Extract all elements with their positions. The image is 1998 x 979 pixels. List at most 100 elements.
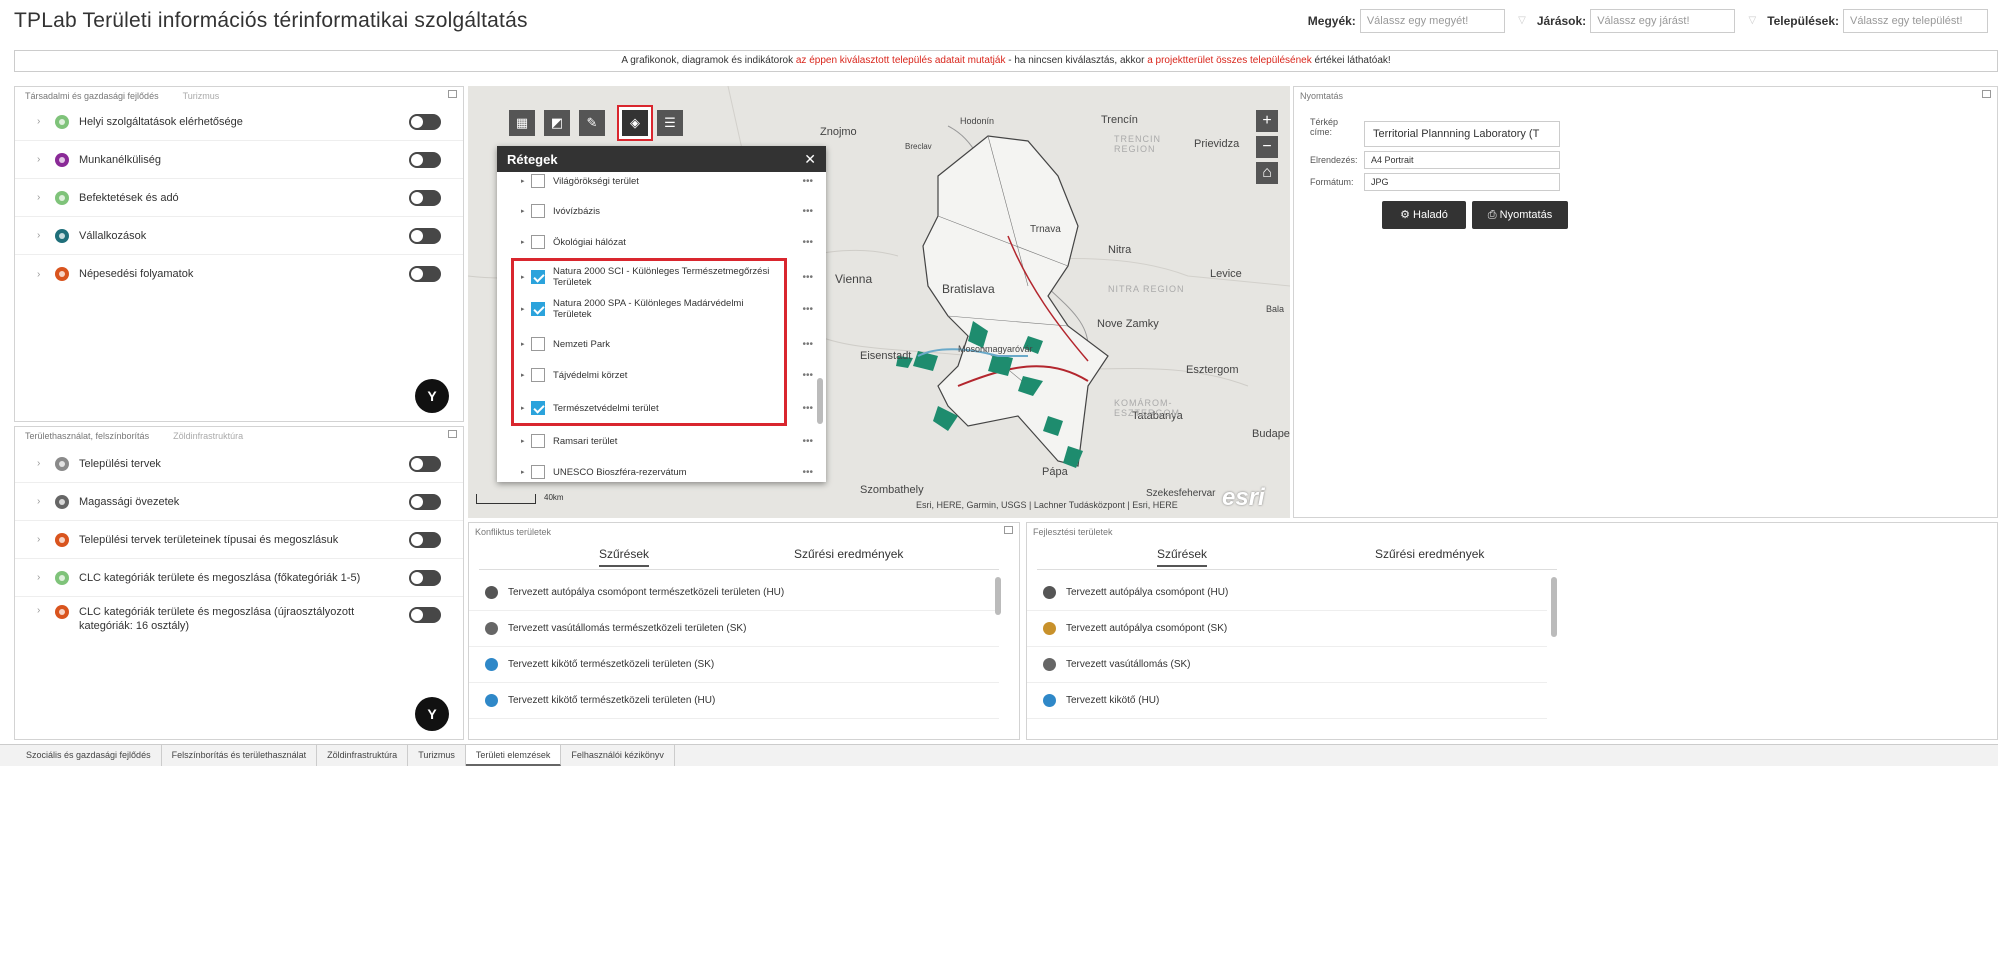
layer-checkbox[interactable] <box>531 235 545 249</box>
layout-select[interactable]: A4 Portrait <box>1364 151 1560 169</box>
tab-spatial-analysis[interactable]: Területi elemzések <box>465 745 562 766</box>
more-icon[interactable]: ••• <box>802 467 813 478</box>
layer-item[interactable]: ▸ Ivóvízbázis ••• <box>521 204 813 218</box>
tab-social-economic-development[interactable]: Szociális és gazdasági fejlődés <box>16 745 162 766</box>
more-icon[interactable]: ••• <box>802 304 813 315</box>
indicator-icon <box>55 494 69 509</box>
layer-item[interactable]: ▸ Ökológiai hálózat ••• <box>521 235 813 249</box>
layer-item[interactable]: ▸ Ramsari terület ••• <box>521 434 813 448</box>
tab-filter-results[interactable]: Szűrési eredmények <box>1375 547 1484 561</box>
expand-icon[interactable]: ▸ <box>521 437 531 445</box>
more-icon[interactable]: ••• <box>802 370 813 381</box>
tab-tourism[interactable]: Turizmus <box>183 91 220 101</box>
draw-button[interactable]: ✎ <box>579 110 605 136</box>
tab-filters[interactable]: Szűrések <box>599 547 650 567</box>
more-icon[interactable]: ••• <box>802 339 813 350</box>
info-notice: A grafikonok, diagramok és indikátorok a… <box>14 50 1998 72</box>
indicator-row[interactable]: › CLC kategóriák területe és megoszlása (… <box>15 559 463 597</box>
layer-checkbox[interactable] <box>531 465 545 479</box>
toggle-switch[interactable] <box>409 114 441 130</box>
toggle-switch[interactable] <box>409 266 441 282</box>
tab-user-manual[interactable]: Felhasználói kézikönyv <box>561 745 675 766</box>
city-label: Bala <box>1266 304 1285 314</box>
list-item[interactable]: Tervezett autópálya csomópont (SK) <box>1027 611 1547 647</box>
county-select[interactable]: Válassz egy megyét! ▽ <box>1359 9 1526 33</box>
list-item[interactable]: Tervezett kikötő (HU) <box>1027 683 1547 719</box>
maximize-icon[interactable] <box>448 430 457 438</box>
tab-filters[interactable]: Szűrések <box>1157 547 1208 567</box>
indicator-row[interactable]: › Vállalkozások <box>15 217 463 255</box>
more-icon[interactable]: ••• <box>802 403 813 414</box>
close-icon[interactable]: ✕ <box>804 151 816 168</box>
layer-checkbox[interactable] <box>531 174 545 188</box>
toggle-switch[interactable] <box>409 607 441 623</box>
indicator-row[interactable]: › Befektetések és adó <box>15 179 463 217</box>
indicator-row[interactable]: › Magassági övezetek <box>15 483 463 521</box>
indicator-row[interactable]: › Települési tervek területeinek típusai … <box>15 521 463 559</box>
list-item[interactable]: Tervezett kikötő természetközeli terület… <box>469 647 999 683</box>
list-item[interactable]: Tervezett vasútállomás természetközeli t… <box>469 611 999 647</box>
expand-icon[interactable]: ▸ <box>521 177 531 185</box>
format-select[interactable]: JPG <box>1364 173 1560 191</box>
indicator-row[interactable]: › Települési tervek <box>15 445 463 483</box>
tab-land-cover[interactable]: Felszínborítás és területhasználat <box>161 745 318 766</box>
toggle-switch[interactable] <box>409 152 441 168</box>
legend-button[interactable]: ☰ <box>657 110 683 136</box>
toggle-switch[interactable] <box>409 494 441 510</box>
more-icon[interactable]: ••• <box>802 436 813 447</box>
layer-item[interactable]: ▸ Világörökségi terület ••• <box>521 174 813 188</box>
layer-checkbox[interactable] <box>531 434 545 448</box>
zoom-in-button[interactable]: + <box>1256 110 1278 132</box>
tab-green-infrastructure[interactable]: Zöldinfrastruktúra <box>173 431 243 441</box>
layers-button[interactable]: ◈ <box>622 110 648 136</box>
more-icon[interactable]: ••• <box>802 272 813 283</box>
home-button[interactable]: ⌂ <box>1256 162 1278 184</box>
advanced-button[interactable]: ⚙ Haladó <box>1382 201 1466 229</box>
toggle-switch[interactable] <box>409 228 441 244</box>
tab-tourism[interactable]: Turizmus <box>408 745 466 766</box>
tab-filter-results[interactable]: Szűrési eredmények <box>794 547 903 561</box>
tab-social-economic[interactable]: Társadalmi és gazdasági fejlődés <box>25 91 159 101</box>
layer-checkbox[interactable] <box>531 204 545 218</box>
indicator-row[interactable]: › Helyi szolgáltatások elérhetősége <box>15 103 463 141</box>
toggle-switch[interactable] <box>409 532 441 548</box>
indicator-row[interactable]: › Népesedési folyamatok <box>15 255 463 293</box>
maximize-icon[interactable] <box>1982 90 1991 98</box>
indicator-icon <box>55 532 69 547</box>
scrollbar[interactable] <box>817 378 823 424</box>
expand-icon[interactable]: ▸ <box>521 468 531 476</box>
layer-item[interactable]: ▸ UNESCO Bioszféra-rezervátum ••• <box>521 465 813 479</box>
indicator-row[interactable]: › Munkanélküliség <box>15 141 463 179</box>
settlement-select[interactable]: Válassz egy települést! <box>1843 9 1988 33</box>
printer-icon: ⎙ <box>1487 209 1500 221</box>
more-icon[interactable]: ••• <box>802 237 813 248</box>
toggle-switch[interactable] <box>409 570 441 586</box>
list-item[interactable]: Tervezett kikötő természetközeli terület… <box>469 683 999 719</box>
toggle-switch[interactable] <box>409 190 441 206</box>
list-item[interactable]: Tervezett vasútállomás (SK) <box>1027 647 1547 683</box>
basemap-gallery-button[interactable]: ▦ <box>509 110 535 136</box>
indicator-row[interactable]: › CLC kategóriák területe és megoszlása (… <box>15 597 463 647</box>
list-item[interactable]: Tervezett autópálya csomópont természetk… <box>469 575 999 611</box>
expand-icon[interactable]: ▸ <box>521 207 531 215</box>
district-select[interactable]: Válassz egy járást! ▽ <box>1590 9 1756 33</box>
toggle-switch[interactable] <box>409 456 441 472</box>
filter-button[interactable]: Y <box>415 379 449 413</box>
scrollbar[interactable] <box>995 577 1001 615</box>
layer-list-button[interactable]: ◩ <box>544 110 570 136</box>
maximize-icon[interactable] <box>448 90 457 98</box>
list-item[interactable]: Tervezett autópálya csomópont (HU) <box>1027 575 1547 611</box>
more-icon[interactable]: ••• <box>802 206 813 217</box>
expand-icon[interactable]: ▸ <box>521 238 531 246</box>
zoom-out-button[interactable]: − <box>1256 136 1278 158</box>
scrollbar[interactable] <box>1551 577 1557 637</box>
filter-icon: Y <box>427 706 437 722</box>
print-button[interactable]: ⎙ Nyomtatás <box>1472 201 1568 229</box>
more-icon[interactable]: ••• <box>802 176 813 187</box>
city-label: Breclav <box>905 142 932 151</box>
maximize-icon[interactable] <box>1004 526 1013 534</box>
tab-green-infrastructure[interactable]: Zöldinfrastruktúra <box>317 745 409 766</box>
map-title-input[interactable]: Territorial Plannning Laboratory (T <box>1364 121 1560 147</box>
filter-button[interactable]: Y <box>415 697 449 731</box>
tab-land-use[interactable]: Területhasználat, felszínborítás <box>25 431 149 441</box>
